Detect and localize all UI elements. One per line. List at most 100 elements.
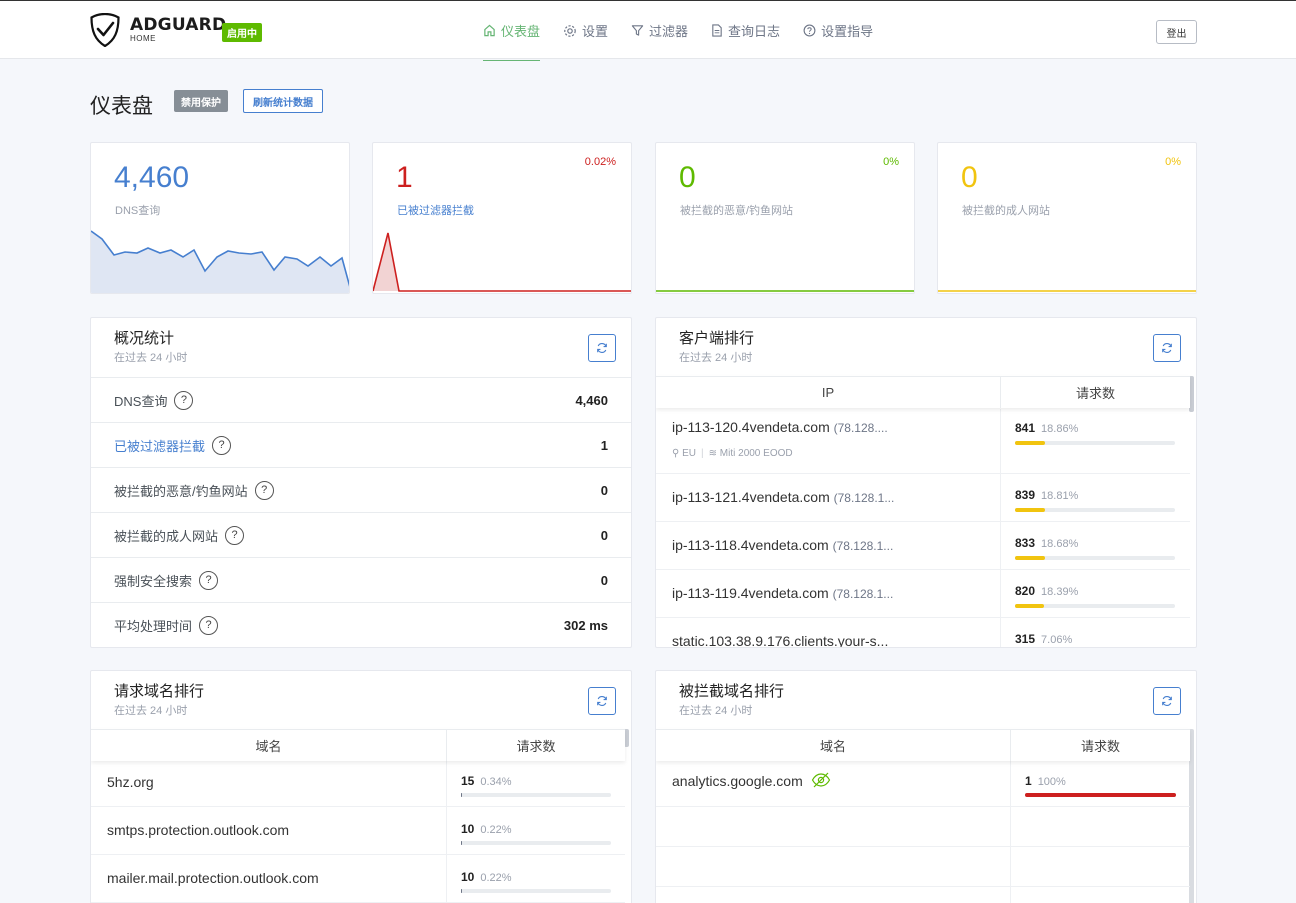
- request-percent: 18.68%: [1041, 538, 1079, 550]
- progress-bar: [1015, 508, 1175, 512]
- brand-sub: HOME: [130, 34, 156, 43]
- client-ip: (78.128....: [833, 421, 888, 435]
- gear-icon: [563, 24, 577, 38]
- panel-subtitle: 在过去 24 小时: [679, 705, 753, 717]
- nav-settings[interactable]: 设置: [563, 1, 608, 60]
- domain-cell-empty: [656, 807, 1011, 846]
- count-cell-empty: [1011, 887, 1190, 903]
- row-label: 被拦截的恶意/钓鱼网站?: [114, 480, 274, 500]
- row-label-text: 强制安全搜索: [114, 573, 193, 589]
- row-label: 被拦截的成人网站?: [114, 525, 245, 545]
- row-label-text[interactable]: 已被过滤器拦截: [114, 436, 205, 455]
- help-icon[interactable]: ?: [254, 480, 274, 500]
- nav-dashboard[interactable]: 仪表盘: [483, 1, 541, 61]
- domain-name[interactable]: 5hz.org: [107, 774, 154, 790]
- col-header-count[interactable]: 请求数: [447, 730, 625, 761]
- nav-query-log[interactable]: 查询日志: [711, 1, 780, 60]
- nav-filters[interactable]: 过滤器: [631, 1, 688, 60]
- stat-percent: 0%: [883, 156, 899, 168]
- col-header-count[interactable]: 请求数: [1001, 377, 1190, 408]
- logout-button[interactable]: 登出: [1156, 20, 1197, 44]
- col-header-domain[interactable]: 域名: [91, 730, 447, 761]
- filter-icon: [631, 24, 644, 37]
- nav-setup-guide[interactable]: 设置指导: [803, 1, 873, 60]
- domain-name[interactable]: smtps.protection.outlook.com: [107, 822, 289, 838]
- client-cell: ip-113-121.4vendeta.com (78.128.1...: [656, 474, 1001, 521]
- request-percent: 0.22%: [480, 872, 512, 884]
- help-icon[interactable]: ?: [199, 570, 219, 590]
- blocked-filters-sparkline: [373, 232, 631, 292]
- adguard-logo[interactable]: ADGUARD HOME: [90, 13, 226, 47]
- row-label-text: 被拦截的恶意/钓鱼网站: [114, 483, 248, 499]
- client-cell: ip-113-120.4vendeta.com (78.128.... ⚲ EU…: [656, 409, 1001, 473]
- stats-row-dns-queries: DNS查询? 4,460: [91, 377, 631, 422]
- domain-name[interactable]: analytics.google.com: [672, 773, 803, 789]
- stat-value: 1: [396, 161, 413, 194]
- progress-bar: [1025, 793, 1176, 797]
- help-icon[interactable]: ?: [225, 525, 245, 545]
- table-row: static.103.38.9.176.clients.your-s... 31…: [656, 618, 1190, 647]
- progress-fill: [1015, 508, 1046, 512]
- stat-label: 被拦截的恶意/钓鱼网站: [680, 205, 794, 217]
- domain-cell: 5hz.org: [91, 759, 447, 806]
- count-cell-empty: [1011, 847, 1190, 886]
- domain-name[interactable]: mailer.mail.protection.outlook.com: [107, 870, 319, 886]
- separator: |: [701, 448, 704, 459]
- domain-cell-empty: [656, 887, 1011, 903]
- client-name[interactable]: ip-113-118.4vendeta.com: [672, 537, 829, 553]
- progress-bar: [1015, 441, 1175, 445]
- help-icon[interactable]: ?: [199, 615, 219, 635]
- progress-fill: [461, 793, 462, 797]
- client-name[interactable]: ip-113-120.4vendeta.com: [672, 419, 830, 435]
- progress-fill: [461, 889, 462, 893]
- refresh-stats-button[interactable]: 刷新统计数据: [243, 89, 323, 113]
- col-header-domain[interactable]: 域名: [656, 730, 1011, 761]
- refresh-icon: [597, 696, 607, 706]
- disable-protection-button[interactable]: 禁用保护: [174, 90, 228, 112]
- nav-query-log-label: 查询日志: [728, 24, 781, 39]
- count-cell: 1 100%: [1011, 759, 1190, 806]
- refresh-button[interactable]: [588, 334, 616, 362]
- row-value: 4,460: [575, 392, 608, 408]
- stats-row-blocked-filters: 已被过滤器拦截? 1: [91, 422, 631, 467]
- row-value: 0: [600, 527, 608, 543]
- stat-card-adult-sites: 0% 0 被拦截的成人网站: [937, 142, 1197, 294]
- help-icon[interactable]: ?: [174, 390, 194, 410]
- table-row-empty: [656, 807, 1190, 847]
- panel-title: 被拦截域名排行: [679, 683, 785, 700]
- request-percent: 18.81%: [1041, 490, 1079, 502]
- stat-card-malware-phishing: 0% 0 被拦截的恶意/钓鱼网站: [655, 142, 915, 294]
- wifi-icon: ≋: [708, 448, 718, 459]
- help-icon[interactable]: ?: [212, 435, 232, 455]
- table-row: analytics.google.com 1 100%: [656, 759, 1190, 807]
- count-cell: 839 18.81%: [1001, 474, 1190, 521]
- count-cell: 833 18.68%: [1001, 522, 1190, 569]
- refresh-button[interactable]: [1153, 687, 1181, 715]
- col-header-ip[interactable]: IP: [656, 377, 1001, 408]
- stat-percent: 0.02%: [584, 156, 616, 168]
- stat-label: 已被过滤器拦截: [397, 205, 474, 217]
- progress-fill: [1025, 793, 1176, 797]
- table-row: mailer.mail.protection.outlook.com 10 0.2…: [91, 855, 625, 903]
- top-blocked-domains-panel: 被拦截域名排行 在过去 24 小时 域名 请求数 analytics.googl…: [655, 670, 1197, 903]
- client-name[interactable]: ip-113-119.4vendeta.com: [672, 585, 829, 601]
- table-row: ip-113-121.4vendeta.com (78.128.1... 839…: [656, 474, 1190, 522]
- eye-slash-icon[interactable]: [811, 772, 831, 788]
- row-value: 302 ms: [563, 617, 608, 633]
- client-name[interactable]: static.103.38.9.176.clients.your-s...: [672, 633, 888, 647]
- top-header: ADGUARD HOME 启用中 仪表盘 设置 过滤器 查询日志 设置指导 登出: [0, 0, 1296, 61]
- stats-row-avg-time: 平均处理时间? 302 ms: [91, 602, 631, 647]
- progress-fill: [1015, 556, 1045, 560]
- client-name[interactable]: ip-113-121.4vendeta.com: [672, 489, 830, 505]
- col-header-count[interactable]: 请求数: [1011, 730, 1190, 761]
- row-label: 平均处理时间?: [114, 615, 219, 635]
- page-title: 仪表盘: [90, 95, 153, 118]
- refresh-icon: [1162, 343, 1172, 353]
- refresh-button[interactable]: [1153, 334, 1181, 362]
- refresh-button[interactable]: [588, 687, 616, 715]
- dns-queries-sparkline: [91, 230, 349, 293]
- request-count: 841: [1015, 421, 1036, 435]
- client-meta: ⚲ EU | ≋ Miti 2000 EOOD: [672, 448, 793, 459]
- client-location: EU: [682, 448, 697, 459]
- status-badge: 启用中: [222, 23, 262, 42]
